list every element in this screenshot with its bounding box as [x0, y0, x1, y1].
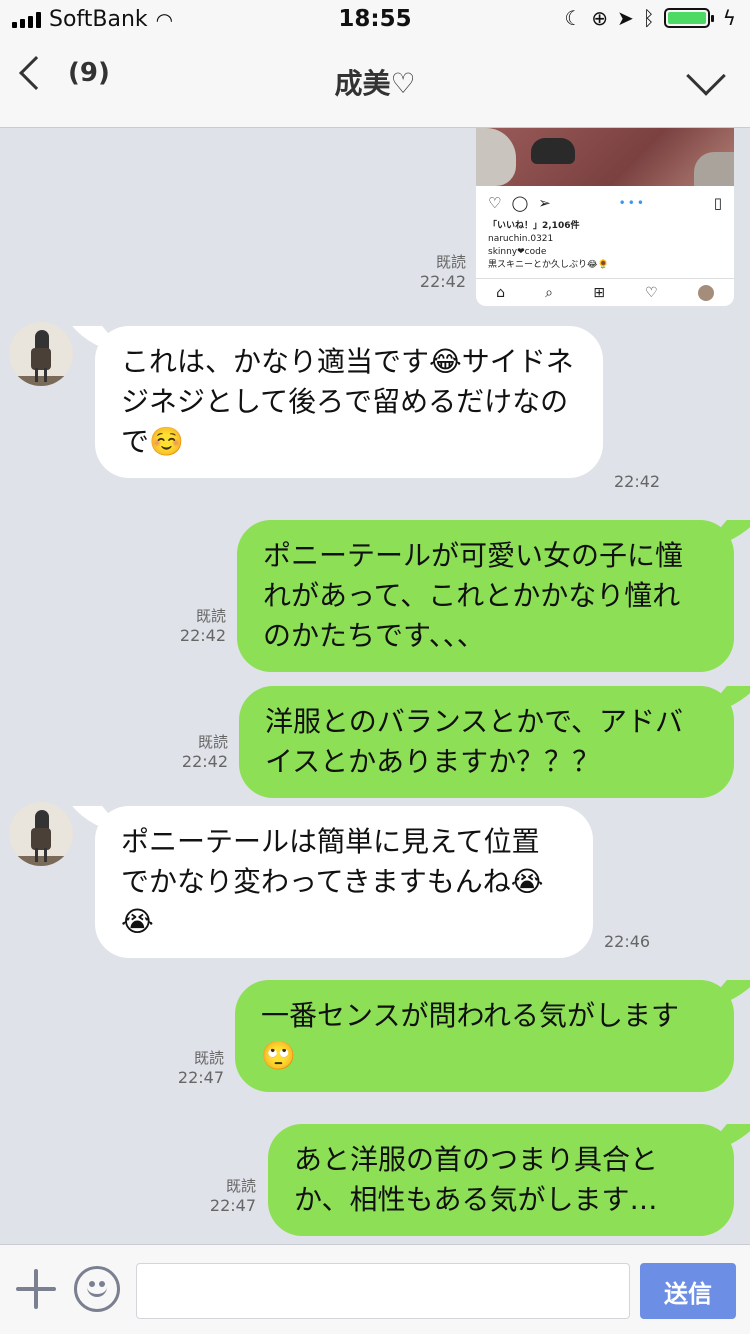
bookmark-icon: ▯ [713, 194, 722, 212]
message-input-bar: 送信 [0, 1244, 750, 1334]
message-meta: 既読 22:42 [180, 606, 226, 646]
message-meta: 既読 22:47 [178, 1048, 224, 1088]
share-icon: ➢ [538, 194, 551, 212]
avatar[interactable] [9, 322, 73, 386]
message-bubble[interactable]: ポニーテールが可愛い女の子に憧れがあって、これとかかなり憧れのかたちです、、、 [237, 520, 734, 672]
ig-action-row: ♡ ◯ ➢ ••• ▯ [476, 186, 734, 220]
bluetooth-icon: ᛒ [642, 6, 655, 30]
message-bubble[interactable]: 洋服とのバランスとかで、アドバイスとかありますか？？？ [239, 686, 734, 798]
send-button[interactable]: 送信 [640, 1263, 736, 1319]
read-receipt: 既読 [225, 1177, 256, 1195]
message-meta: 既読 22:47 [210, 1176, 256, 1216]
avatar[interactable] [9, 802, 73, 866]
message-time: 22:42 [614, 472, 661, 491]
heart-icon: ♡ [645, 284, 658, 301]
message-time: 22:42 [179, 626, 226, 645]
battery-icon [663, 8, 714, 28]
message-meta: 22:42 [614, 472, 660, 492]
message-time: 22:42 [419, 272, 466, 291]
charging-icon: ϟ [722, 6, 736, 30]
message-bubble[interactable]: これは、かなり適当です😂サイドネジネジとして後ろで留めるだけなので☺️ [95, 326, 603, 478]
message-time: 22:47 [177, 1068, 224, 1087]
read-receipt: 既読 [197, 733, 228, 751]
plus-icon[interactable] [16, 1269, 56, 1309]
search-icon: ⌕ [545, 284, 554, 301]
message-bubble[interactable]: 一番センスが問われる気がします🙄 [235, 980, 734, 1092]
add-post-icon: ⊞ [593, 284, 605, 301]
ig-username: naruchin.0321 [488, 234, 554, 244]
avatar [697, 284, 714, 301]
ig-caption: 「いいね！」2,106件 naruchin.0321 skinny❤code 黒… [476, 220, 734, 272]
carousel-dots: ••• [618, 196, 646, 210]
shared-image[interactable]: ♡ ◯ ➢ ••• ▯ 「いいね！」2,106件 naruchin.0321 s… [476, 128, 734, 306]
message-time: 22:42 [181, 752, 228, 771]
ig-caption-line2: 黒スキニーとか久しぶり😂🌻 [488, 260, 609, 270]
emoji-icon[interactable] [74, 1266, 120, 1312]
home-icon: ⌂ [496, 284, 505, 301]
location-icon: ➤ [617, 6, 634, 30]
message-meta: 既読 22:42 [420, 252, 466, 292]
read-receipt: 既読 [195, 607, 226, 625]
ig-likes: 「いいね！」2,106件 [488, 221, 580, 231]
message-time: 22:46 [604, 932, 651, 951]
chat-log[interactable]: ♡ ◯ ➢ ••• ▯ 「いいね！」2,106件 naruchin.0321 s… [0, 128, 750, 1244]
image-photo [476, 128, 734, 186]
comment-icon: ◯ [511, 194, 529, 212]
chat-title: 成美♡ [334, 67, 416, 100]
message-input[interactable] [136, 1263, 630, 1319]
chat-header: (9) 成美♡ [0, 40, 750, 128]
message-bubble[interactable]: ポニーテールは簡単に見えて位置でかなり変わってきますもんね😭😭 [95, 806, 593, 958]
heart-icon: ♡ [488, 194, 502, 212]
read-receipt: 既読 [435, 253, 466, 271]
rotation-lock-icon: ⊕ [591, 6, 609, 30]
status-bar: SoftBank ◠ 18:55 ☾ ⊕ ➤ ᛒ ϟ [0, 0, 750, 40]
message-bubble[interactable]: あと洋服の首のつまり具合とか、相性もある気がします… [268, 1124, 734, 1236]
message-time: 22:47 [209, 1196, 256, 1215]
ig-caption-line1: skinny❤code [488, 247, 547, 257]
message-meta: 既読 22:42 [182, 732, 228, 772]
read-receipt: 既読 [193, 1049, 224, 1067]
status-icons: ☾ ⊕ ➤ ᛒ ϟ [564, 6, 736, 30]
moon-icon: ☾ [564, 6, 583, 30]
ig-tabbar: ⌂ ⌕ ⊞ ♡ [476, 278, 734, 306]
message-meta: 22:46 [604, 932, 650, 952]
